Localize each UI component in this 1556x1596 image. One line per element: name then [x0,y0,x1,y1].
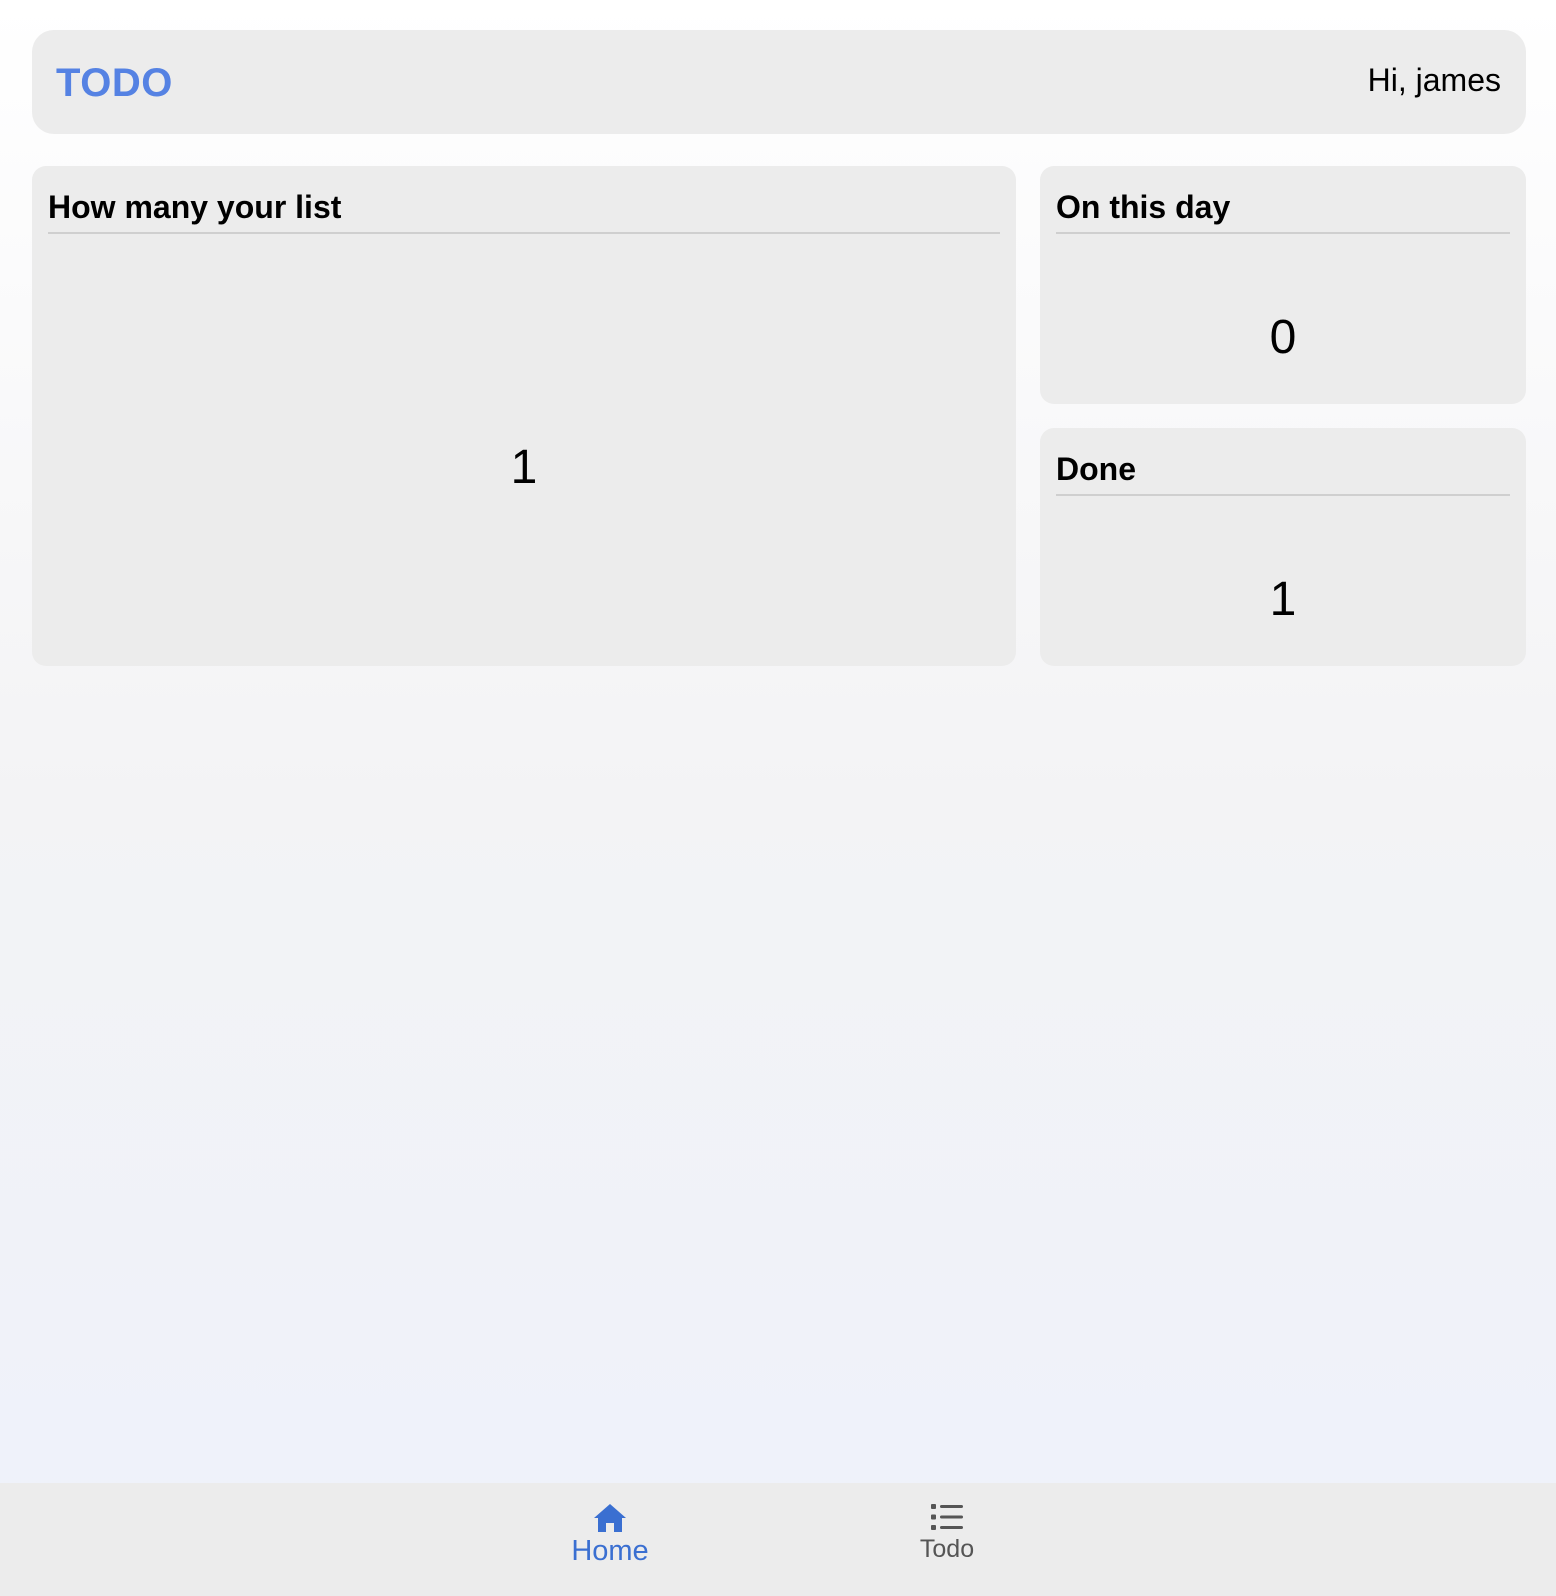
app-header: TODO Hi, james [32,30,1526,134]
tab-todo-label: Todo [919,1535,975,1563]
done-count: 1 [1269,573,1297,626]
app-logo[interactable]: TODO [56,61,173,106]
tab-home[interactable]: Home [560,1483,660,1596]
card-title: On this day [1056,166,1510,234]
card-title: How many your list [48,166,1000,234]
list-icon [931,1503,963,1531]
on-this-day-card: On this day 0 [1040,166,1526,404]
total-list-count: 1 [510,441,538,494]
done-card: Done 1 [1040,428,1526,666]
house-icon [593,1503,627,1533]
total-list-card: How many your list 1 [32,166,1016,666]
on-this-day-count: 0 [1269,311,1297,364]
user-greeting[interactable]: Hi, james [1368,62,1501,99]
card-title: Done [1056,428,1510,496]
bottom-tab-bar: Home Todo [0,1483,1556,1596]
tab-todo[interactable]: Todo [897,1483,997,1596]
tab-home-label: Home [571,1535,649,1567]
